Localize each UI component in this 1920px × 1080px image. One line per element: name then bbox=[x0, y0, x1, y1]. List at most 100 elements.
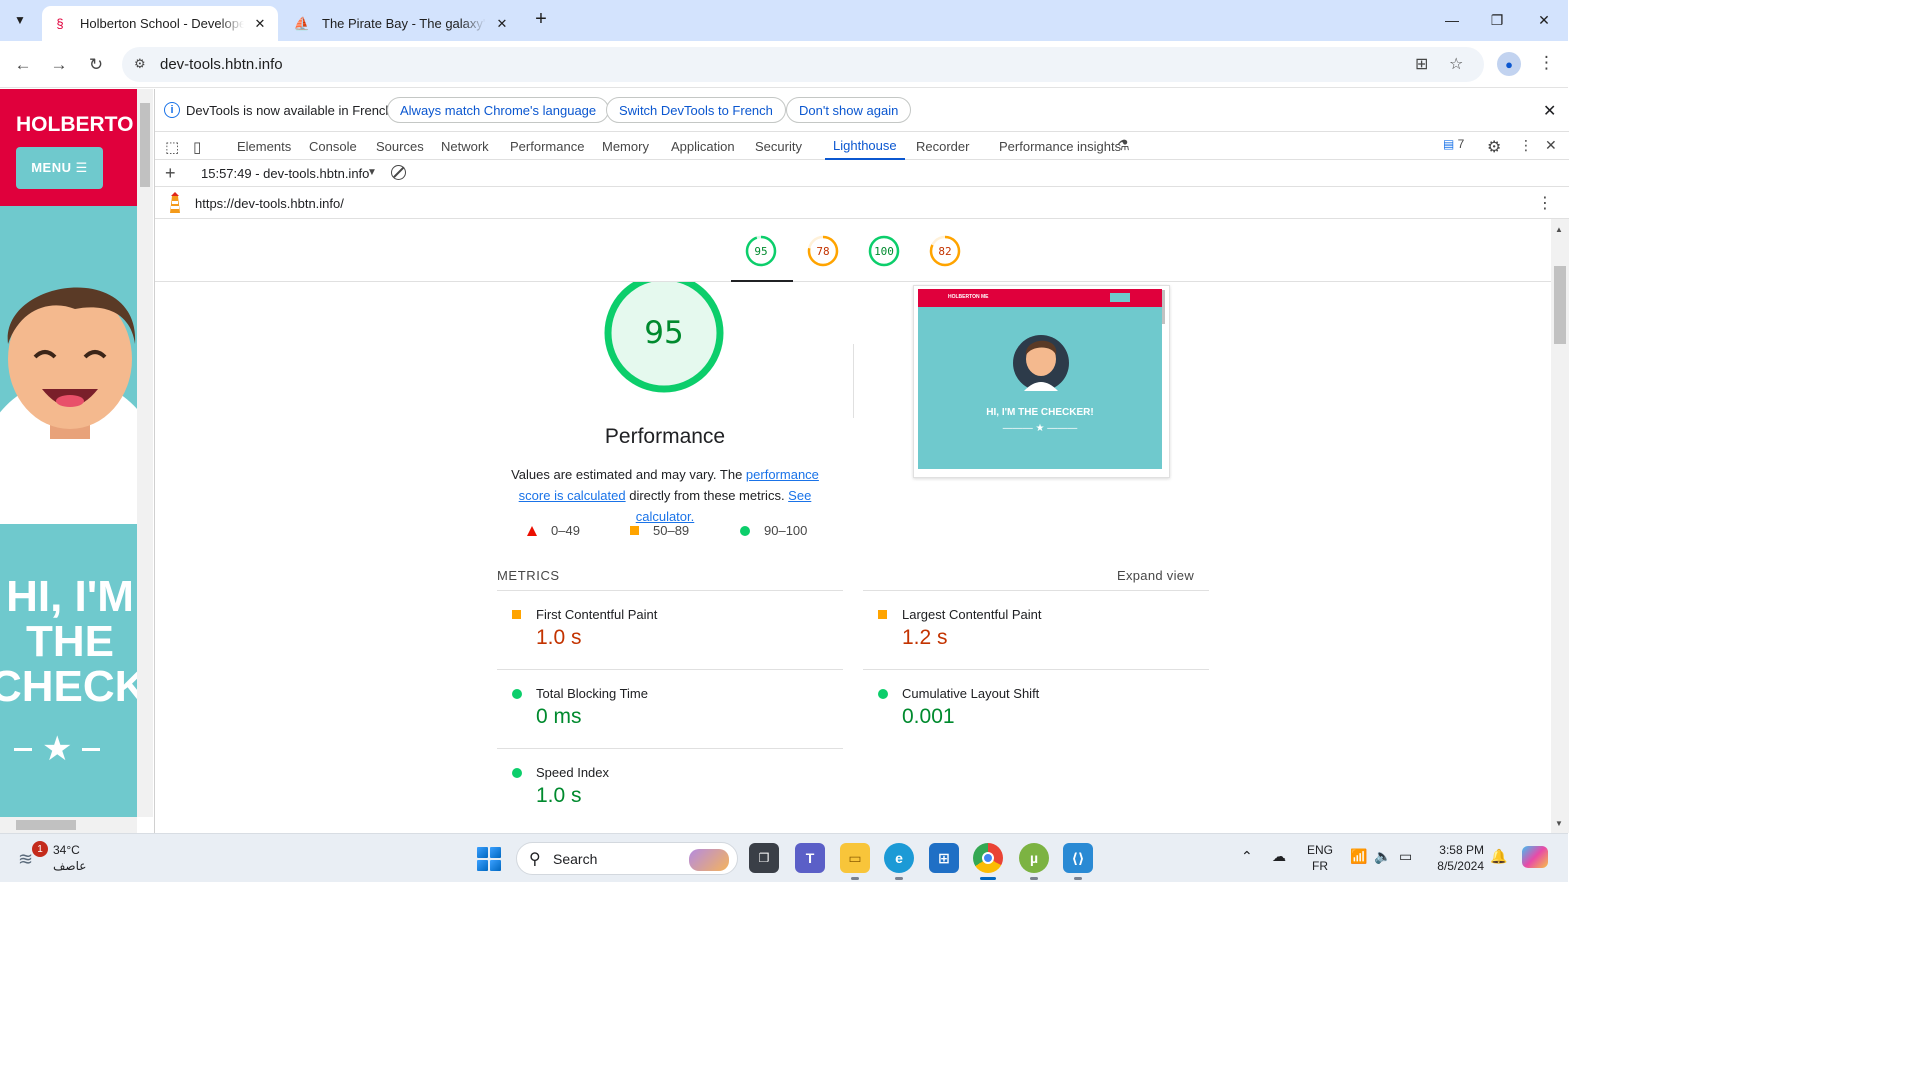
taskbar-search[interactable]: ⚲ Search bbox=[516, 842, 738, 875]
metric-value: 0 ms bbox=[536, 705, 582, 728]
chevron-up-icon[interactable]: ⌃ bbox=[1241, 848, 1253, 865]
browser-tab-piratebay[interactable]: ⛵ The Pirate Bay - The galaxy's most res… bbox=[284, 6, 520, 41]
tab-application[interactable]: Application bbox=[663, 132, 743, 160]
dont-show-again-button[interactable]: Don't show again bbox=[786, 97, 912, 123]
tab-network[interactable]: Network bbox=[433, 132, 497, 160]
metric-value: 0.001 bbox=[902, 705, 955, 728]
tab-console[interactable]: Console bbox=[301, 132, 365, 160]
search-icon: ⚲ bbox=[529, 851, 541, 868]
close-icon[interactable]: ✕ bbox=[494, 16, 510, 32]
webpage-viewport: HOLBERTO MENU ☰ HI, I'M THE CHECKE ★ bbox=[0, 89, 137, 817]
tab-performance-insights[interactable]: Performance insights bbox=[991, 132, 1129, 160]
chrome-menu-icon[interactable]: ⋮ bbox=[1538, 53, 1555, 73]
thumbnail-brand: HOLBERTON ME bbox=[948, 294, 989, 300]
report-selector[interactable]: 15:57:49 - dev-tools.hbtn.info bbox=[201, 166, 369, 181]
close-devtools-icon[interactable]: ✕ bbox=[1545, 137, 1557, 154]
devtools-language-infobar: i DevTools is now available in French! A… bbox=[155, 89, 1569, 132]
wind-icon: ≋ bbox=[18, 849, 34, 869]
microsoft-store-icon[interactable]: ⊞ bbox=[929, 843, 959, 873]
onedrive-cloud-icon[interactable]: ☁ bbox=[1272, 848, 1286, 865]
profile-avatar-icon[interactable]: ● bbox=[1497, 52, 1521, 76]
minimize-button[interactable]: — bbox=[1429, 6, 1475, 34]
bookmark-star-icon[interactable]: ☆ bbox=[1449, 54, 1463, 74]
info-icon: i bbox=[164, 102, 180, 118]
reload-button[interactable]: ↻ bbox=[84, 53, 108, 77]
tab-memory[interactable]: Memory bbox=[594, 132, 657, 160]
new-report-button[interactable]: + bbox=[165, 163, 176, 184]
more-options-icon[interactable]: ⋮ bbox=[1537, 193, 1553, 213]
score-gauge-seo[interactable]: 82 bbox=[929, 235, 961, 267]
performance-description: Values are estimated and may vary. The p… bbox=[511, 467, 819, 524]
site-settings-icon[interactable]: ⚙ bbox=[134, 56, 146, 72]
more-options-icon[interactable]: ⋮ bbox=[1519, 137, 1533, 154]
expand-view-toggle[interactable]: Expand view bbox=[1117, 568, 1194, 583]
device-toolbar-icon[interactable]: ▯ bbox=[193, 138, 201, 156]
tab-performance[interactable]: Performance bbox=[502, 132, 592, 160]
wifi-icon[interactable]: 📶 bbox=[1350, 848, 1367, 865]
file-explorer-icon[interactable]: ▭ bbox=[840, 843, 870, 880]
close-icon[interactable]: ✕ bbox=[1543, 101, 1556, 121]
tab-search-button[interactable]: ▼ bbox=[8, 8, 32, 32]
restore-button[interactable]: ❐ bbox=[1474, 6, 1520, 34]
close-icon[interactable]: ✕ bbox=[252, 16, 268, 32]
copilot-icon[interactable] bbox=[1522, 846, 1548, 868]
tab-sources[interactable]: Sources bbox=[368, 132, 432, 160]
lighthouse-report: 95 Performance Values are estimated and … bbox=[155, 282, 1551, 833]
back-button[interactable]: ← bbox=[11, 53, 35, 77]
teams-icon[interactable]: T bbox=[795, 843, 825, 873]
tab-elements[interactable]: Elements bbox=[229, 132, 299, 160]
tab-title: The Pirate Bay - The galaxy's most resil… bbox=[322, 16, 486, 31]
square-icon bbox=[878, 610, 887, 619]
final-screenshot-thumbnail[interactable]: HOLBERTON ME HI, I'M THE CHECKER! ——— ★ … bbox=[913, 285, 1170, 478]
thumbnail-avatar bbox=[1013, 335, 1069, 391]
tab-security[interactable]: Security bbox=[747, 132, 810, 160]
weather-widget[interactable]: ≋ 1 34°C عاصف bbox=[18, 841, 108, 877]
site-brand[interactable]: HOLBERTO bbox=[16, 113, 133, 137]
battery-icon[interactable]: ▭ bbox=[1399, 848, 1412, 865]
score-gauge-performance[interactable]: 95 bbox=[745, 235, 777, 267]
scroll-up-icon[interactable]: ▲ bbox=[1555, 225, 1563, 234]
tab-lighthouse[interactable]: Lighthouse bbox=[825, 132, 905, 160]
start-button[interactable] bbox=[477, 847, 501, 871]
caret-down-icon[interactable]: ▼ bbox=[367, 167, 377, 178]
forward-button[interactable]: → bbox=[47, 53, 71, 77]
menu-button[interactable]: MENU ☰ bbox=[16, 147, 103, 189]
input-language-indicator[interactable]: ENG FR bbox=[1307, 842, 1333, 874]
edge-icon[interactable]: e bbox=[884, 843, 914, 880]
tab-recorder[interactable]: Recorder bbox=[908, 132, 977, 160]
clear-reports-icon[interactable] bbox=[391, 165, 406, 180]
pirate-ship-icon: ⛵ bbox=[293, 15, 311, 31]
utorrent-icon[interactable]: µ bbox=[1019, 843, 1049, 880]
vscode-icon[interactable]: ⟨⟩ bbox=[1063, 843, 1093, 880]
legend-pass: 90–100 bbox=[740, 523, 807, 538]
report-vertical-scrollbar[interactable]: ▲ ▼ bbox=[1551, 219, 1569, 833]
scroll-down-icon[interactable]: ▼ bbox=[1555, 819, 1563, 828]
inspect-element-icon[interactable]: ⬚ bbox=[165, 138, 179, 156]
audited-url: https://dev-tools.hbtn.info/ bbox=[195, 196, 344, 211]
notification-bell-icon[interactable]: 🔔 bbox=[1490, 848, 1507, 865]
new-tab-button[interactable]: + bbox=[530, 9, 552, 31]
system-clock[interactable]: 3:58 PM 8/5/2024 bbox=[1430, 842, 1484, 874]
switch-french-button[interactable]: Switch DevTools to French bbox=[606, 97, 786, 123]
square-icon bbox=[512, 610, 521, 619]
browser-tab-holberton[interactable]: § Holberton School - Developer tools ✕ bbox=[42, 6, 278, 41]
score-gauge-accessibility[interactable]: 78 bbox=[807, 235, 839, 267]
task-view-icon[interactable]: ❐ bbox=[749, 843, 779, 873]
issues-counter[interactable]: ▤ 7 bbox=[1443, 137, 1464, 151]
translate-icon[interactable]: ⊞ bbox=[1415, 54, 1428, 74]
volume-icon[interactable]: 🔈 bbox=[1374, 848, 1391, 865]
match-language-button[interactable]: Always match Chrome's language bbox=[387, 97, 610, 123]
page-vertical-scrollbar[interactable] bbox=[137, 89, 153, 817]
performance-title: Performance bbox=[604, 425, 726, 448]
chrome-icon[interactable] bbox=[973, 843, 1003, 880]
lighthouse-logo-icon bbox=[170, 192, 180, 213]
address-bar[interactable]: ⚙ dev-tools.hbtn.info ⊞ ☆ bbox=[122, 47, 1484, 82]
window-close-button[interactable]: ✕ bbox=[1521, 6, 1567, 34]
page-horizontal-scrollbar[interactable] bbox=[0, 817, 137, 833]
url-text[interactable]: dev-tools.hbtn.info bbox=[160, 56, 283, 73]
performance-score: 95 bbox=[644, 315, 684, 351]
circle-icon bbox=[512, 689, 522, 699]
score-gauge-best-practices[interactable]: 100 bbox=[868, 235, 900, 267]
star-icon: ★ bbox=[42, 730, 73, 768]
settings-gear-icon[interactable]: ⚙ bbox=[1487, 137, 1501, 157]
